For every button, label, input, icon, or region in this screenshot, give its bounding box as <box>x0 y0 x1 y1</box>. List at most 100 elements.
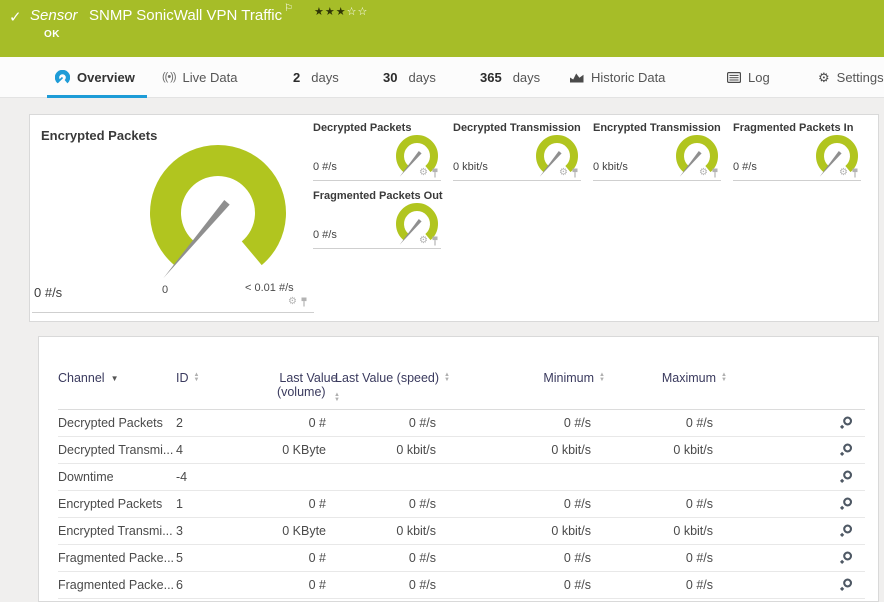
gauge-value: 0 kbit/s <box>593 161 628 173</box>
table-row[interactable]: Decrypted Transmi... 4 0 KByte 0 kbit/s … <box>58 437 865 464</box>
channel-settings-gear-icon[interactable]: ⚙ <box>288 297 297 307</box>
star-empty-icon[interactable]: ☆☆ <box>347 6 369 18</box>
gear-icon: ⚙ <box>818 69 830 85</box>
channel-settings-gear-icon[interactable]: ⚙ <box>419 168 428 178</box>
active-tab-indicator <box>47 95 147 98</box>
log-list-icon <box>727 71 741 83</box>
minimum-value: 0 #/s <box>563 416 591 430</box>
sensor-status-header: ✓ Sensor SNMP SonicWall VPN Traffic ⚐ ★★… <box>0 0 884 57</box>
channel-settings-gear-icon[interactable]: ⚙ <box>559 168 568 178</box>
tab-30-days-label: days <box>408 69 436 85</box>
table-row[interactable]: Fragmented Packe... 5 0 # 0 #/s 0 #/s 0 … <box>58 545 865 572</box>
sensor-title: SNMP SonicWall VPN Traffic <box>89 7 283 24</box>
channel-name[interactable]: Decrypted Transmi... <box>58 443 176 457</box>
tab-settings-label: Settings <box>836 69 884 85</box>
tab-live-data[interactable]: ((•)) Live Data <box>162 57 237 97</box>
channel-name[interactable]: Encrypted Packets <box>58 497 176 511</box>
pin-icon[interactable] <box>300 297 308 307</box>
pin-icon[interactable] <box>851 168 859 178</box>
wrench-edit-icon[interactable] <box>839 524 853 538</box>
table-row[interactable]: Fragmented Packe... 6 0 # 0 #/s 0 #/s 0 … <box>58 572 865 599</box>
live-data-icon: ((•)) <box>162 71 176 83</box>
channel-name[interactable]: Downtime <box>58 470 176 484</box>
tab-30-days[interactable]: 30 days <box>383 57 436 97</box>
tab-365-days[interactable]: 365 days <box>480 57 540 97</box>
tab-log[interactable]: Log <box>727 57 770 97</box>
maximum-value: 0 #/s <box>685 416 713 430</box>
table-row[interactable]: Decrypted Packets 2 0 # 0 #/s 0 #/s 0 #/… <box>58 410 865 437</box>
gauge-icon <box>55 69 70 83</box>
tile-divider <box>453 180 581 181</box>
star-filled-icon[interactable]: ★★★ <box>314 6 347 18</box>
tile-divider <box>32 312 314 313</box>
primary-gauge-icon <box>150 145 286 279</box>
channel-settings-gear-icon[interactable]: ⚙ <box>699 168 708 178</box>
gauge-tile-decrypted-packets: Decrypted Packets 0 #/s ⚙ <box>313 122 441 182</box>
channel-settings-gear-icon[interactable]: ⚙ <box>419 236 428 246</box>
tab-30-days-number: 30 <box>383 69 398 85</box>
gauge-value: 0 #/s <box>313 161 337 173</box>
table-row[interactable]: Encrypted Packets 1 0 # 0 #/s 0 #/s 0 #/… <box>58 491 865 518</box>
flag-icon[interactable]: ⚐ <box>284 3 293 14</box>
sensor-page: ✓ Sensor SNMP SonicWall VPN Traffic ⚐ ★★… <box>0 0 884 602</box>
sort-icon[interactable]: ▲ ▼ <box>721 372 727 383</box>
wrench-edit-icon[interactable] <box>839 416 853 430</box>
table-row[interactable]: Downtime -4 <box>58 464 865 491</box>
column-header-last-value-speed[interactable]: Last Value (speed) ▲ ▼ <box>326 371 450 385</box>
tab-2-days[interactable]: 2 days <box>293 57 339 97</box>
column-header-id[interactable]: ID ▲ ▼ <box>176 371 236 385</box>
tab-live-data-label: Live Data <box>182 69 238 85</box>
pin-icon[interactable] <box>571 168 579 178</box>
column-header-channel[interactable]: Channel ▼ <box>58 371 176 385</box>
gauge-tile-decrypted-transmission: Decrypted Transmission 0 kbit/s ⚙ <box>453 122 581 182</box>
wrench-edit-icon[interactable] <box>839 578 853 592</box>
column-header-minimum[interactable]: Minimum ▲ ▼ <box>436 371 605 385</box>
minimum-value: 0 #/s <box>563 551 591 565</box>
channel-id: 2 <box>176 416 183 430</box>
wrench-edit-icon[interactable] <box>839 443 853 457</box>
tab-overview[interactable]: Overview <box>55 57 135 97</box>
channel-name[interactable]: Decrypted Packets <box>58 416 176 430</box>
tab-historic-data-label: Historic Data <box>591 69 666 85</box>
tab-settings[interactable]: ⚙ Settings <box>818 57 884 97</box>
channel-id: 5 <box>176 551 183 565</box>
pin-icon[interactable] <box>431 168 439 178</box>
pin-icon[interactable] <box>711 168 719 178</box>
last-value-speed: 0 #/s <box>408 551 436 565</box>
gauge-tile-fragmented-packets-out: Fragmented Packets Out 0 #/s ⚙ <box>313 190 443 250</box>
last-value-volume: 0 # <box>308 416 326 430</box>
pin-icon[interactable] <box>431 236 439 246</box>
last-value-speed: 0 kbit/s <box>396 524 436 538</box>
maximum-value: 0 #/s <box>685 578 713 592</box>
tab-365-days-label: days <box>512 69 541 85</box>
wrench-edit-icon[interactable] <box>839 497 853 511</box>
gauge-value: 0 #/s <box>733 161 757 173</box>
channel-name[interactable]: Fragmented Packe... <box>58 551 176 565</box>
table-row[interactable]: Encrypted Transmi... 3 0 KByte 0 kbit/s … <box>58 518 865 545</box>
sort-icon[interactable]: ▲ ▼ <box>194 372 200 383</box>
priority-stars[interactable]: ★★★☆☆ <box>314 5 368 18</box>
status-badge: OK <box>44 29 60 40</box>
maximum-value: 0 #/s <box>685 497 713 511</box>
last-value-speed: 0 #/s <box>408 416 436 430</box>
last-value-speed: 0 #/s <box>408 497 436 511</box>
tab-365-days-number: 365 <box>480 69 502 85</box>
channel-name[interactable]: Fragmented Packe... <box>58 578 176 592</box>
channel-name[interactable]: Encrypted Transmi... <box>58 524 176 538</box>
channels-table-header: Channel ▼ ID ▲ ▼ Last Value (volume) ▲ ▼ L… <box>58 371 865 410</box>
gauge-value: 0 #/s <box>313 229 337 241</box>
tab-log-label: Log <box>748 69 770 85</box>
tab-bar: Overview ((•)) Live Data 2 days 30 days … <box>0 57 884 98</box>
wrench-edit-icon[interactable] <box>839 470 853 484</box>
column-header-last-value-volume[interactable]: Last Value (volume) ▲ ▼ <box>236 371 340 403</box>
channel-id: -4 <box>176 470 188 484</box>
tab-overview-label: Overview <box>77 69 135 85</box>
tile-divider <box>313 180 441 181</box>
sort-desc-icon[interactable]: ▼ <box>111 374 119 383</box>
tab-historic-data[interactable]: Historic Data <box>570 57 665 97</box>
column-header-maximum[interactable]: Maximum ▲ ▼ <box>591 371 727 385</box>
sort-icon[interactable]: ▲ ▼ <box>334 392 340 403</box>
wrench-edit-icon[interactable] <box>839 551 853 565</box>
channel-settings-gear-icon[interactable]: ⚙ <box>839 168 848 178</box>
maximum-value: 0 #/s <box>685 551 713 565</box>
